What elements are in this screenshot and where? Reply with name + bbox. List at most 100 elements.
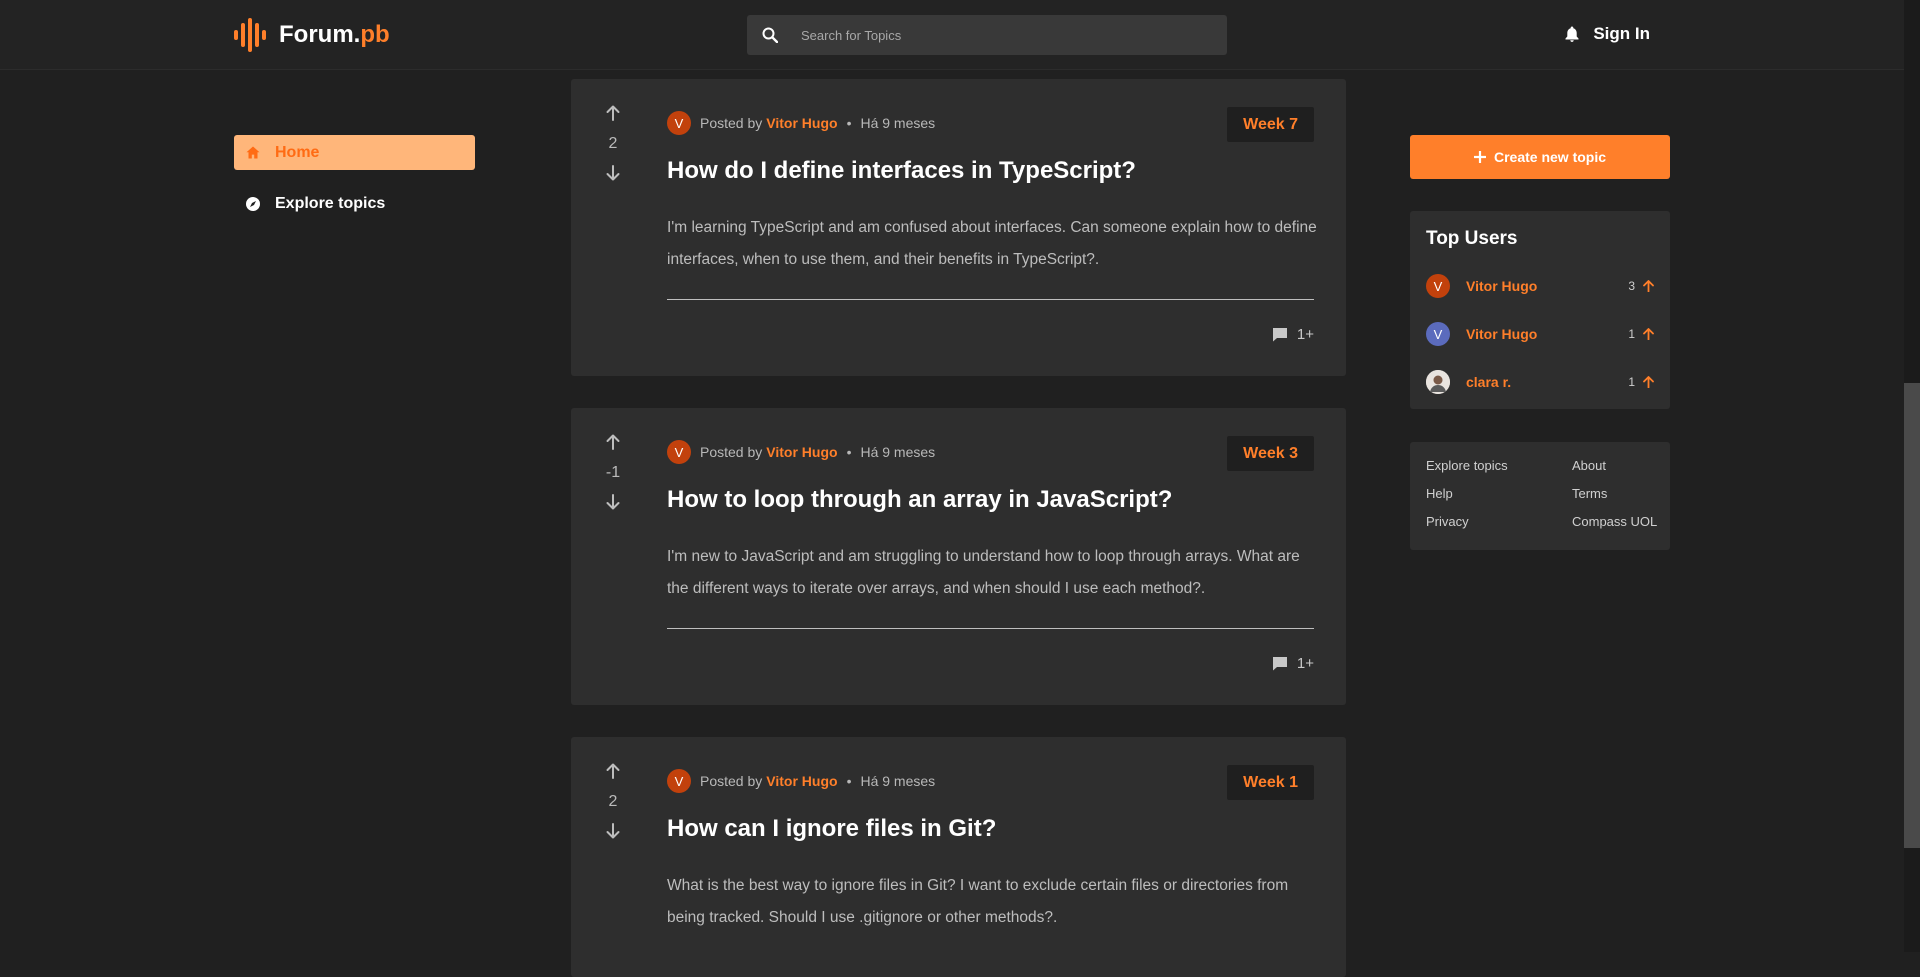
separator-dot: • [846, 115, 852, 131]
comments-count[interactable]: 1+ [1272, 655, 1314, 672]
downvote-arrow-icon[interactable] [605, 494, 621, 510]
create-topic-button[interactable]: Create new topic [1410, 135, 1670, 179]
upvote-arrow-icon[interactable] [605, 434, 621, 450]
scrollbar-thumb[interactable] [1904, 383, 1920, 848]
topic-card[interactable]: -1 V Posted by Vitor Hugo • Há 9 meses W… [571, 408, 1346, 705]
comment-icon [1272, 657, 1287, 671]
posted-by-label: Posted by [700, 444, 763, 460]
arrow-up-icon [1643, 376, 1654, 388]
top-header: Forum.pb Sign In [0, 0, 1904, 70]
logo-text: Forum.pb [279, 21, 390, 49]
post-meta: V Posted by Vitor Hugo • Há 9 meses [667, 111, 935, 135]
week-badge[interactable]: Week 3 [1227, 436, 1314, 471]
vote-column: 2 [591, 763, 635, 839]
sidebar-item-explore[interactable]: Explore topics [234, 186, 475, 221]
vote-column: 2 [591, 105, 635, 181]
divider [667, 628, 1314, 629]
separator-dot: • [846, 773, 852, 789]
sign-in-link[interactable]: Sign In [1593, 24, 1650, 44]
post-time: Há 9 meses [860, 115, 936, 131]
topic-card[interactable]: 2 V Posted by Vitor Hugo • Há 9 meses We… [571, 79, 1346, 376]
points-value: 1 [1628, 327, 1635, 341]
top-user-name[interactable]: clara r. [1466, 374, 1511, 390]
footer-link-terms[interactable]: Terms [1572, 486, 1672, 501]
footer-link-compass[interactable]: Compass UOL [1572, 514, 1672, 529]
downvote-arrow-icon[interactable] [605, 165, 621, 181]
sign-in-area[interactable]: Sign In [1565, 24, 1650, 44]
top-users-panel: Top Users V Vitor Hugo 3 V Vitor Hugo 1 … [1410, 211, 1670, 409]
author-link[interactable]: Vitor Hugo [766, 773, 837, 789]
create-topic-label: Create new topic [1493, 149, 1607, 165]
separator-dot: • [846, 444, 852, 460]
topic-excerpt: I'm new to JavaScript and am struggling … [667, 548, 1300, 597]
sidebar-item-label: Explore topics [275, 194, 386, 212]
comments-count[interactable]: 1+ [1272, 326, 1314, 343]
arrow-up-icon [1643, 328, 1654, 340]
top-user-row[interactable]: V Vitor Hugo 3 [1426, 273, 1654, 299]
top-user-name[interactable]: Vitor Hugo [1466, 278, 1537, 294]
upvote-arrow-icon[interactable] [605, 763, 621, 779]
soundwave-logo-icon [234, 18, 266, 52]
top-user-points: 3 [1628, 279, 1654, 293]
search-input[interactable] [793, 26, 1203, 44]
logo-text-accent: pb [360, 21, 390, 48]
bell-icon[interactable] [1565, 26, 1579, 42]
downvote-arrow-icon[interactable] [605, 823, 621, 839]
post-meta: V Posted by Vitor Hugo • Há 9 meses [667, 440, 935, 464]
comments-label: 1+ [1296, 655, 1314, 672]
footer-links-panel: Explore topics About Help Terms Privacy … [1410, 442, 1670, 550]
logo[interactable]: Forum.pb [234, 18, 390, 52]
vote-count: 2 [608, 793, 618, 810]
topic-card[interactable]: 2 V Posted by Vitor Hugo • Há 9 meses We… [571, 737, 1346, 977]
home-icon [243, 146, 263, 159]
top-users-title: Top Users [1426, 228, 1518, 249]
topic-title[interactable]: How can I ignore files in Git? [667, 815, 996, 843]
compass-icon [243, 196, 263, 211]
arrow-up-icon [1643, 280, 1654, 292]
footer-link-privacy[interactable]: Privacy [1426, 514, 1572, 529]
top-user-points: 1 [1628, 327, 1654, 341]
divider [667, 299, 1314, 300]
post-time: Há 9 meses [860, 773, 936, 789]
posted-by-label: Posted by [700, 115, 763, 131]
post-meta: V Posted by Vitor Hugo • Há 9 meses [667, 769, 935, 793]
top-user-row[interactable]: V Vitor Hugo 1 [1426, 321, 1654, 347]
search-bar[interactable] [747, 15, 1227, 55]
post-time: Há 9 meses [860, 444, 936, 460]
week-badge[interactable]: Week 1 [1227, 765, 1314, 800]
topic-title[interactable]: How do I define interfaces in TypeScript… [667, 157, 1136, 185]
top-user-name[interactable]: Vitor Hugo [1466, 326, 1537, 342]
author-link[interactable]: Vitor Hugo [766, 115, 837, 131]
avatar: V [1426, 322, 1450, 346]
user-photo-avatar [1426, 370, 1450, 394]
top-user-points: 1 [1628, 375, 1654, 389]
avatar[interactable]: V [667, 769, 691, 793]
topic-excerpt: What is the best way to ignore files in … [667, 877, 1289, 926]
points-value: 3 [1628, 279, 1635, 293]
avatar: V [1426, 274, 1450, 298]
author-link[interactable]: Vitor Hugo [766, 444, 837, 460]
topic-excerpt: I'm learning TypeScript and am confused … [667, 219, 1317, 268]
comments-label: 1+ [1296, 326, 1314, 343]
sidebar-item-home[interactable]: Home [234, 135, 475, 170]
footer-link-about[interactable]: About [1572, 458, 1672, 473]
footer-link-help[interactable]: Help [1426, 486, 1572, 501]
vote-count: -1 [605, 464, 621, 481]
search-icon [747, 27, 793, 43]
left-sidebar: Home Explore topics [234, 135, 475, 237]
topic-title[interactable]: How to loop through an array in JavaScri… [667, 486, 1172, 514]
logo-text-main: Forum. [279, 21, 361, 48]
top-user-row[interactable]: clara r. 1 [1426, 369, 1654, 395]
vote-count: 2 [608, 135, 618, 152]
comment-icon [1272, 328, 1287, 342]
vote-column: -1 [591, 434, 635, 510]
points-value: 1 [1628, 375, 1635, 389]
plus-icon [1473, 151, 1486, 163]
upvote-arrow-icon[interactable] [605, 105, 621, 121]
avatar[interactable]: V [667, 440, 691, 464]
avatar[interactable]: V [667, 111, 691, 135]
sidebar-item-label: Home [275, 143, 320, 161]
footer-link-explore[interactable]: Explore topics [1426, 458, 1572, 473]
posted-by-label: Posted by [700, 773, 763, 789]
week-badge[interactable]: Week 7 [1227, 107, 1314, 142]
